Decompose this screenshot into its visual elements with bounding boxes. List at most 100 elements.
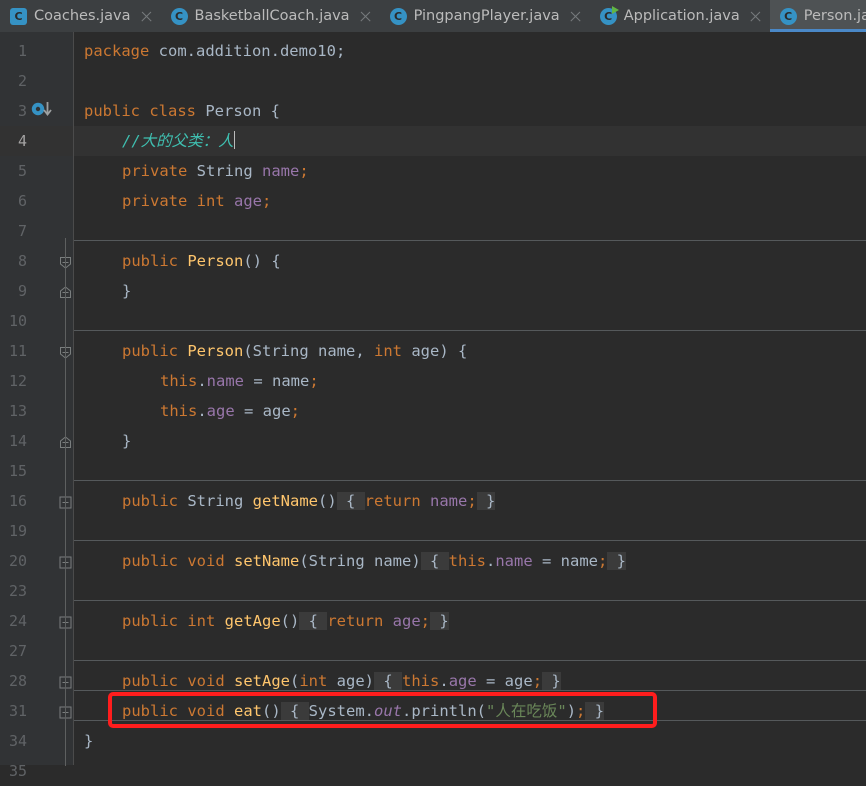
close-icon[interactable]: [140, 10, 153, 23]
code-token: {: [299, 612, 328, 630]
method-separator: [74, 600, 866, 601]
line-number: 3: [17, 102, 27, 120]
editor-gutter[interactable]: 1 2 3 4 5 6 7 8 9 10 11 12 13 14 15 16 19 20 23 24 27 28 31 34 3…: [0, 32, 74, 780]
code-token: name: [429, 492, 468, 510]
close-icon[interactable]: [359, 10, 372, 23]
method-separator: [74, 480, 866, 481]
line-number: 23: [8, 582, 27, 600]
line-number: 13: [8, 402, 27, 420]
code-line[interactable]: public void setAge(int age) { this.age =…: [122, 666, 561, 696]
code-line[interactable]: public void eat() { System.out.println("…: [122, 696, 605, 726]
run-arrow-icon: [611, 5, 619, 14]
method-separator: [74, 660, 866, 661]
line-number: 28: [8, 672, 27, 690]
code-token: }: [607, 552, 627, 570]
code-editor[interactable]: 1 2 3 4 5 6 7 8 9 10 11 12 13 14 15 16 19 20 23 24 27 28 31 34 3…: [0, 32, 866, 780]
close-icon[interactable]: [569, 10, 582, 23]
line-number: 27: [8, 642, 27, 660]
editor-tab-pingpangplayer[interactable]: C PingpangPlayer.java: [380, 0, 590, 32]
java-class-icon: C: [389, 7, 407, 25]
line-number: 10: [8, 312, 27, 330]
code-token: ;: [532, 672, 543, 690]
code-line[interactable]: public class Person {: [84, 96, 280, 126]
code-token: = age: [476, 672, 533, 690]
code-token: this: [160, 372, 198, 390]
code-line[interactable]: }: [84, 726, 93, 756]
code-token: String: [196, 162, 262, 180]
code-token: (: [243, 342, 253, 360]
code-token: ): [411, 552, 421, 570]
code-line[interactable]: public void setName(String name) { this.…: [122, 546, 627, 576]
code-token: .: [439, 672, 449, 690]
method-separator: [74, 330, 866, 331]
code-token: = age: [234, 402, 291, 420]
code-line[interactable]: }: [122, 276, 131, 306]
code-token: {: [270, 102, 280, 120]
code-token: getName: [252, 492, 318, 510]
code-line[interactable]: package com.addition.demo10;: [84, 36, 345, 66]
code-token: void: [187, 702, 234, 720]
code-line[interactable]: this.name = name;: [160, 366, 319, 396]
code-token: }: [585, 702, 605, 720]
code-token: Person: [205, 102, 271, 120]
code-token: ;: [299, 162, 309, 180]
line-number: 24: [8, 612, 27, 630]
code-token: }: [84, 732, 94, 750]
editor-tab-basketballcoach[interactable]: C BasketballCoach.java: [161, 0, 380, 32]
editor-tab-coaches[interactable]: C Coaches.java: [0, 0, 161, 32]
code-token: int: [299, 672, 337, 690]
code-token: com.addition.demo10;: [158, 42, 346, 60]
code-token: String: [308, 552, 374, 570]
line-number: 16: [8, 492, 27, 510]
code-token: public: [122, 252, 188, 270]
code-token: {: [374, 672, 403, 690]
code-token: String: [252, 342, 318, 360]
code-token: this: [448, 552, 486, 570]
code-token: System: [308, 702, 365, 720]
code-token: public: [84, 102, 150, 120]
line-number: 7: [17, 222, 27, 240]
code-token: ,: [355, 342, 374, 360]
line-number: 14: [8, 432, 27, 450]
code-token: ;: [261, 192, 272, 210]
editor-tab-person[interactable]: C Person.java: [769, 0, 866, 32]
code-token: }: [542, 672, 561, 690]
code-line[interactable]: this.age = age;: [160, 396, 300, 426]
code-line[interactable]: }: [122, 426, 131, 456]
code-token: ;: [598, 552, 608, 570]
code-token: age: [233, 192, 262, 210]
editor-tab-label: BasketballCoach.java: [194, 8, 350, 24]
code-token: }: [476, 492, 496, 510]
code-token: .println(: [402, 702, 487, 720]
code-token: int: [187, 612, 225, 630]
code-token: }: [122, 432, 132, 450]
method-separator: [74, 540, 866, 541]
line-number: 8: [17, 252, 27, 270]
code-line[interactable]: private String name;: [122, 156, 309, 186]
line-number: 9: [17, 282, 27, 300]
editor-tab-label: Coaches.java: [34, 8, 131, 24]
code-token: .: [364, 702, 375, 720]
code-line[interactable]: public Person(String name, int age) {: [122, 336, 467, 366]
code-token: (: [290, 672, 300, 690]
code-token: age: [336, 672, 365, 690]
code-token: name: [318, 342, 356, 360]
editor-tab-bar: C Coaches.java C BasketballCoach.java C Pingp…: [0, 0, 866, 32]
line-number: 1: [17, 42, 27, 60]
code-token: ) {: [439, 342, 468, 360]
code-token: return: [327, 612, 393, 630]
code-line[interactable]: public Person() {: [122, 246, 281, 276]
editor-tab-application[interactable]: C Application.java: [590, 0, 770, 32]
code-line[interactable]: private int age;: [122, 186, 271, 216]
code-token: public: [122, 702, 188, 720]
close-icon[interactable]: [749, 10, 762, 23]
code-line[interactable]: public String getName() { return name; }: [122, 486, 496, 516]
code-token: }: [122, 282, 132, 300]
code-token: private: [122, 162, 197, 180]
code-line[interactable]: public int getAge() { return age; }: [122, 606, 449, 636]
implemented-by-gutter-icon[interactable]: [31, 102, 61, 120]
code-text-area[interactable]: package com.addition.demo10; public class…: [74, 32, 866, 765]
code-token: eat: [234, 702, 262, 720]
code-line[interactable]: //大的父类：人: [122, 126, 236, 156]
code-token: ;: [420, 612, 430, 630]
